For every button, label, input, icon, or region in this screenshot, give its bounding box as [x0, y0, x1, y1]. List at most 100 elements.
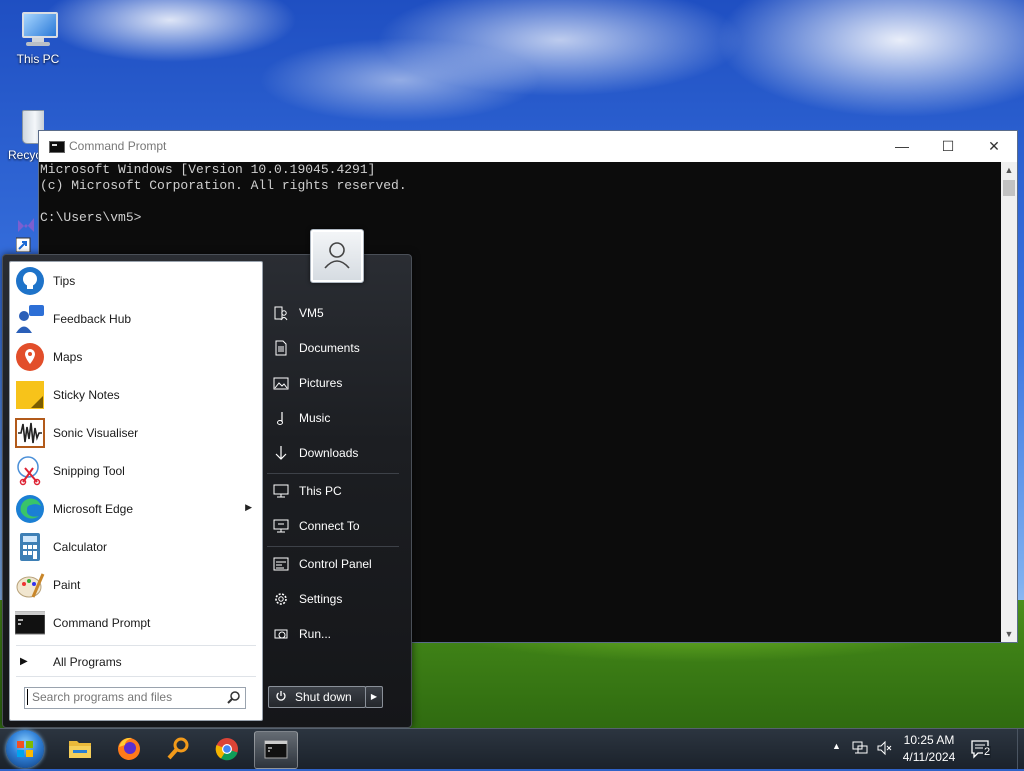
- tips-icon: [16, 267, 44, 295]
- start-item-downloads[interactable]: Downloads: [265, 436, 405, 470]
- clock[interactable]: 10:25 AM 4/11/2024: [896, 732, 962, 766]
- program-item-tips[interactable]: Tips: [10, 262, 262, 300]
- shutdown-options-button[interactable]: ▶: [365, 686, 383, 708]
- volume-muted-icon[interactable]: [876, 740, 892, 756]
- program-item-feedback-hub[interactable]: Feedback Hub: [10, 300, 262, 338]
- start-item-label: Settings: [299, 592, 343, 606]
- network-icon[interactable]: [852, 740, 868, 756]
- program-item-sticky-notes[interactable]: Sticky Notes: [10, 376, 262, 414]
- program-label: Sonic Visualiser: [53, 426, 139, 440]
- shutdown-button[interactable]: Shut down: [268, 686, 366, 708]
- console-line: Microsoft Windows [Version 10.0.19045.42…: [40, 162, 376, 177]
- program-item-snipping-tool[interactable]: Snipping Tool: [10, 452, 262, 490]
- downloads-icon: [275, 446, 287, 460]
- start-item-label: Control Panel: [299, 557, 372, 571]
- computer-icon: [18, 10, 58, 50]
- start-item-label: VM5: [299, 306, 324, 320]
- user-avatar[interactable]: [310, 229, 364, 283]
- program-label: Maps: [53, 350, 83, 364]
- start-item-this-pc[interactable]: This PC: [265, 474, 405, 508]
- program-label: Sticky Notes: [53, 388, 120, 402]
- minimize-button[interactable]: —: [879, 131, 925, 162]
- scrollbar-thumb[interactable]: [1003, 180, 1015, 196]
- search-tool-icon: [167, 737, 189, 760]
- taskbar-firefox[interactable]: [108, 731, 150, 767]
- command-prompt-icon: [49, 141, 65, 153]
- maximize-button[interactable]: ☐: [925, 131, 971, 162]
- start-button[interactable]: [6, 730, 44, 768]
- documents-icon: [275, 340, 287, 356]
- search-icon[interactable]: [227, 690, 241, 704]
- program-item-command-prompt[interactable]: Command Prompt: [10, 604, 262, 642]
- program-item-maps[interactable]: Maps: [10, 338, 262, 376]
- window-titlebar[interactable]: Command Prompt — ☐ ✕: [39, 131, 1017, 162]
- start-item-label: Connect To: [299, 519, 360, 533]
- taskbar: ▲ 10:25 AM 4/11/2024 2: [0, 728, 1024, 769]
- computer-icon: [273, 484, 289, 498]
- action-center-button[interactable]: 2: [970, 739, 992, 759]
- program-item-paint[interactable]: Paint: [10, 566, 262, 604]
- chrome-icon: [215, 738, 238, 761]
- command-prompt-icon: [15, 611, 45, 635]
- all-programs-button[interactable]: ▶ All Programs: [10, 650, 262, 674]
- start-item-run[interactable]: Run...: [265, 617, 405, 651]
- desktop-icon-this-pc[interactable]: This PC: [8, 10, 68, 66]
- start-item-documents[interactable]: Documents: [265, 331, 405, 365]
- search-box[interactable]: [24, 687, 246, 709]
- show-hidden-icons-button[interactable]: ▲: [832, 741, 841, 751]
- close-button[interactable]: ✕: [971, 131, 1017, 162]
- start-menu: Tips Feedback Hub Maps Sticky Notes Soni…: [2, 229, 412, 728]
- arrow-right-icon: ▶: [370, 692, 378, 701]
- taskbar-chrome[interactable]: [206, 731, 248, 767]
- divider: [16, 676, 256, 677]
- desktop-icon-visual-studio[interactable]: [15, 214, 36, 253]
- all-programs-label: All Programs: [53, 655, 122, 669]
- start-item-label: Downloads: [299, 446, 359, 460]
- program-item-sonic-visualiser[interactable]: Sonic Visualiser: [10, 414, 262, 452]
- clock-date: 4/11/2024: [902, 750, 956, 764]
- feedback-hub-icon: [16, 305, 44, 333]
- taskbar-command-prompt[interactable]: [254, 731, 298, 769]
- clock-time: 10:25 AM: [903, 733, 955, 747]
- start-item-music[interactable]: Music: [265, 401, 405, 435]
- program-item-microsoft-edge[interactable]: Microsoft Edge ▶: [10, 490, 262, 528]
- programs-pane: Tips Feedback Hub Maps Sticky Notes Soni…: [9, 261, 263, 721]
- program-label: Command Prompt: [53, 616, 151, 630]
- start-item-connect-to[interactable]: Connect To: [265, 509, 405, 543]
- scroll-down-icon[interactable]: ▼: [1001, 626, 1017, 642]
- search-input[interactable]: [27, 689, 226, 705]
- scroll-up-icon[interactable]: ▲: [1001, 162, 1017, 178]
- start-item-label: Pictures: [299, 376, 343, 390]
- calculator-icon: [20, 533, 40, 561]
- start-item-label: This PC: [299, 484, 342, 498]
- program-label: Feedback Hub: [53, 312, 132, 326]
- user-icon: [324, 242, 350, 269]
- desktop-icon-label: This PC: [16, 52, 60, 66]
- start-item-control-panel[interactable]: Control Panel: [265, 547, 405, 581]
- music-icon: [277, 412, 283, 425]
- user-folder-icon: [274, 306, 288, 321]
- divider: [16, 645, 256, 646]
- program-item-calculator[interactable]: Calculator: [10, 528, 262, 566]
- console-line: (c) Microsoft Corporation. All rights re…: [40, 178, 407, 193]
- submenu-arrow-icon[interactable]: ▶: [245, 502, 252, 513]
- start-item-pictures[interactable]: Pictures: [265, 366, 405, 400]
- run-icon: [274, 629, 288, 639]
- sticky-notes-icon: [16, 381, 44, 409]
- desktop-icon-label: Recyc: [8, 148, 42, 162]
- start-item-label: Documents: [299, 341, 360, 355]
- edge-icon: [16, 495, 44, 523]
- taskbar-file-explorer[interactable]: [59, 731, 101, 767]
- start-item-settings[interactable]: Settings: [265, 582, 405, 616]
- window-title: Command Prompt: [69, 139, 167, 153]
- start-item-vm5[interactable]: VM5: [265, 296, 405, 330]
- vertical-scrollbar[interactable]: ▲ ▼: [1001, 162, 1017, 642]
- show-desktop-button[interactable]: [1017, 729, 1024, 769]
- pictures-icon: [273, 377, 289, 390]
- program-label: Microsoft Edge: [53, 502, 134, 516]
- taskbar-search-tool[interactable]: [157, 731, 199, 767]
- connect-to-icon: [273, 519, 289, 533]
- program-label: Tips: [53, 274, 76, 288]
- command-prompt-icon: [264, 740, 288, 759]
